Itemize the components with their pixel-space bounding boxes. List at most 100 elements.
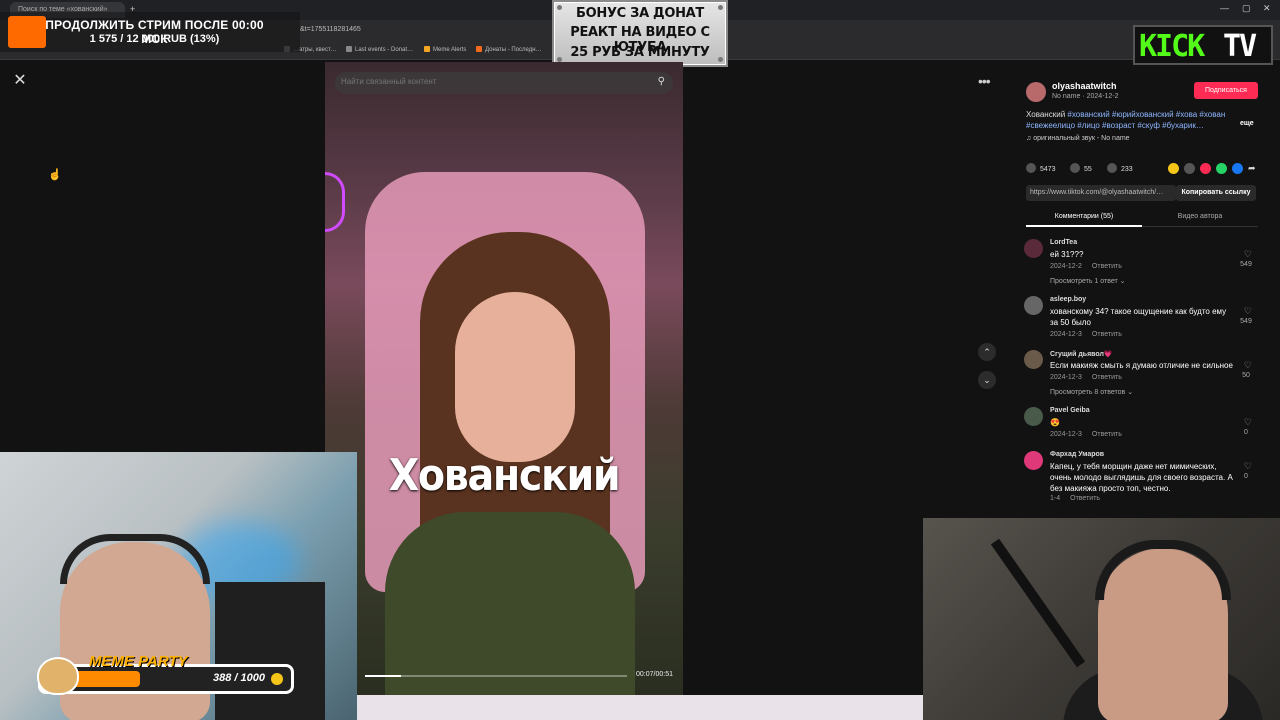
comment-like-count: 0 [1244,473,1248,480]
comment-avatar[interactable] [1024,407,1043,426]
bookmark-label: Донаты - Последн… [485,47,542,53]
embed-share-icon[interactable] [1184,163,1195,174]
comment-author[interactable]: asleep.boy [1050,296,1086,303]
bonus-line-3: 25 РУБ ЗА МИНУТУ [570,45,710,60]
meme-party-count: 388 / 1000 [213,672,265,684]
whatsapp-share-icon[interactable] [1216,163,1227,174]
video-progress-bar[interactable] [365,675,627,677]
comment-like-count: 0 [1244,429,1248,436]
related-search-box[interactable]: ⚲ [335,72,673,94]
reply-link[interactable]: Ответить [1070,495,1100,502]
maximize-icon[interactable]: ▢ [1242,3,1251,14]
comment-meta: 2024-12-3 Ответить [1050,331,1122,338]
comment-avatar[interactable] [1024,296,1043,315]
facebook-share-icon[interactable] [1232,163,1243,174]
bookmark-icon [1107,163,1117,173]
headset-icon [60,534,210,584]
save-count: 233 [1121,166,1133,173]
bonus-line-1: БОНУС ЗА ДОНАТ [576,6,704,21]
bookmark-item[interactable]: Last events - Donat… [346,46,413,53]
video-progress-fill [365,675,401,677]
comment-like-icon[interactable]: ♡ [1244,306,1252,317]
comment-author[interactable]: Фархад Умаров [1050,451,1104,458]
comment-like-icon[interactable]: ♡ [1244,249,1252,260]
reply-link[interactable]: Ответить [1092,331,1122,338]
author-subtitle: No name · 2024-12-2 [1052,93,1119,100]
headset-icon [1095,540,1231,600]
minimize-icon[interactable]: — [1220,3,1229,13]
comment-text: Если макияж смыть я думаю отличие не сил… [1050,361,1233,370]
comment-like-count: 50 [1242,372,1250,379]
author-avatar[interactable] [1026,82,1046,102]
comment-text: ей 31??? [1050,250,1084,259]
bookmark-item[interactable]: Meme Alerts [424,46,466,53]
kick-logo-text: KICK [1139,29,1205,64]
comment-author[interactable]: Pavel Geiba [1050,407,1090,414]
bonus-plate: БОНУС ЗА ДОНАТ РЕАКТ НА ВИДЕО С ЮТУБА 25… [552,0,728,67]
related-search-input[interactable] [341,77,641,86]
comment-avatar[interactable] [1024,451,1043,470]
reply-link[interactable]: Ответить [1092,374,1122,381]
video-caption: Хованский [388,450,621,501]
coin-icon [271,673,283,685]
previous-video-icon[interactable]: ⌃ [978,343,996,361]
comment-avatar[interactable] [1024,350,1043,369]
url-text[interactable]: &t=1755118281465 [300,26,361,33]
copy-link-button[interactable]: Копировать ссылку [1176,185,1256,201]
comment-meta: 2024-12-3 Ответить [1050,431,1122,438]
search-icon[interactable]: ⚲ [658,76,665,87]
coin-share-icon[interactable] [1168,163,1179,174]
video-scene-shirt [385,512,635,695]
tab-author-videos[interactable]: Видео автора [1142,209,1258,227]
share-arrow-icon[interactable]: ➦ [1248,163,1259,174]
meme-party-progress: MEME PARTY 388 / 1000 [37,653,294,695]
comment-meta: 2024-12-2 Ответить [1050,263,1122,270]
comment-count: 55 [1084,166,1092,173]
comment-text: 😍 [1050,418,1060,427]
video-player[interactable]: ⚲ Хованский 00:07/00:51 [325,62,683,695]
send-share-icon[interactable] [1200,163,1211,174]
comment-like-icon[interactable]: ♡ [1244,461,1252,472]
comment-like-icon[interactable]: ♡ [1244,360,1252,371]
description-more-link[interactable]: еще [1240,120,1254,127]
sound-link[interactable]: ♫ оригинальный звук - No name [1026,135,1130,142]
more-options-icon[interactable]: ••• [978,73,991,89]
doge-icon [37,657,79,695]
comment-like-icon[interactable]: ♡ [1244,417,1252,428]
post-link-field[interactable]: https://www.tiktok.com/@olyashaatwitch/… [1026,185,1176,201]
kick-tv-logo: KICK TV [1133,25,1273,65]
video-scene-neon [325,172,345,232]
video-time: 00:07/00:51 [636,671,673,678]
bookmark-icon [346,46,352,52]
bookmark-icon [424,46,430,52]
reply-link[interactable]: Ответить [1092,263,1122,270]
post-details-panel: olyashaatwitch No name · 2024-12-2 Подпи… [1018,73,1268,523]
microphone-arm-icon [990,538,1086,668]
donation-service-logo [8,16,46,48]
close-window-icon[interactable]: ✕ [1263,3,1271,14]
streamer-webcam-right [923,518,1280,720]
follow-button[interactable]: Подписаться [1194,82,1258,99]
view-replies-link[interactable]: Просмотреть 1 ответ ⌄ [1050,277,1126,285]
next-video-icon[interactable]: ⌄ [978,371,996,389]
bottom-strip [357,695,923,720]
close-viewer-button[interactable]: ✕ [10,71,30,91]
comment-like-count: 549 [1240,261,1252,268]
tab-comments[interactable]: Комментарии (55) [1026,209,1142,227]
comment-date: 1-4 [1050,495,1061,502]
view-replies-link[interactable]: Просмотреть 8 ответов ⌄ [1050,388,1133,396]
donation-goal-progress: 1 575 / 12 000 RUB (13%) [89,33,220,45]
comment-date: 2024-12-3 [1050,374,1082,381]
comment-author[interactable]: Сгущий дьявол💗 [1050,350,1113,358]
comment-like-count: 549 [1240,318,1252,325]
bookmark-item[interactable]: Донаты - Последн… [476,46,542,53]
comment-avatar[interactable] [1024,239,1043,258]
reply-link[interactable]: Ответить [1092,431,1122,438]
cam-left-shelf [215,582,325,720]
like-stat[interactable]: 5473 [1026,163,1056,173]
comment-author[interactable]: LordTea [1050,239,1077,246]
author-name[interactable]: olyashaatwitch [1052,81,1117,91]
comment-stat[interactable]: 55 [1070,163,1092,173]
save-stat[interactable]: 233 [1107,163,1133,173]
comment-date: 2024-12-3 [1050,431,1082,438]
